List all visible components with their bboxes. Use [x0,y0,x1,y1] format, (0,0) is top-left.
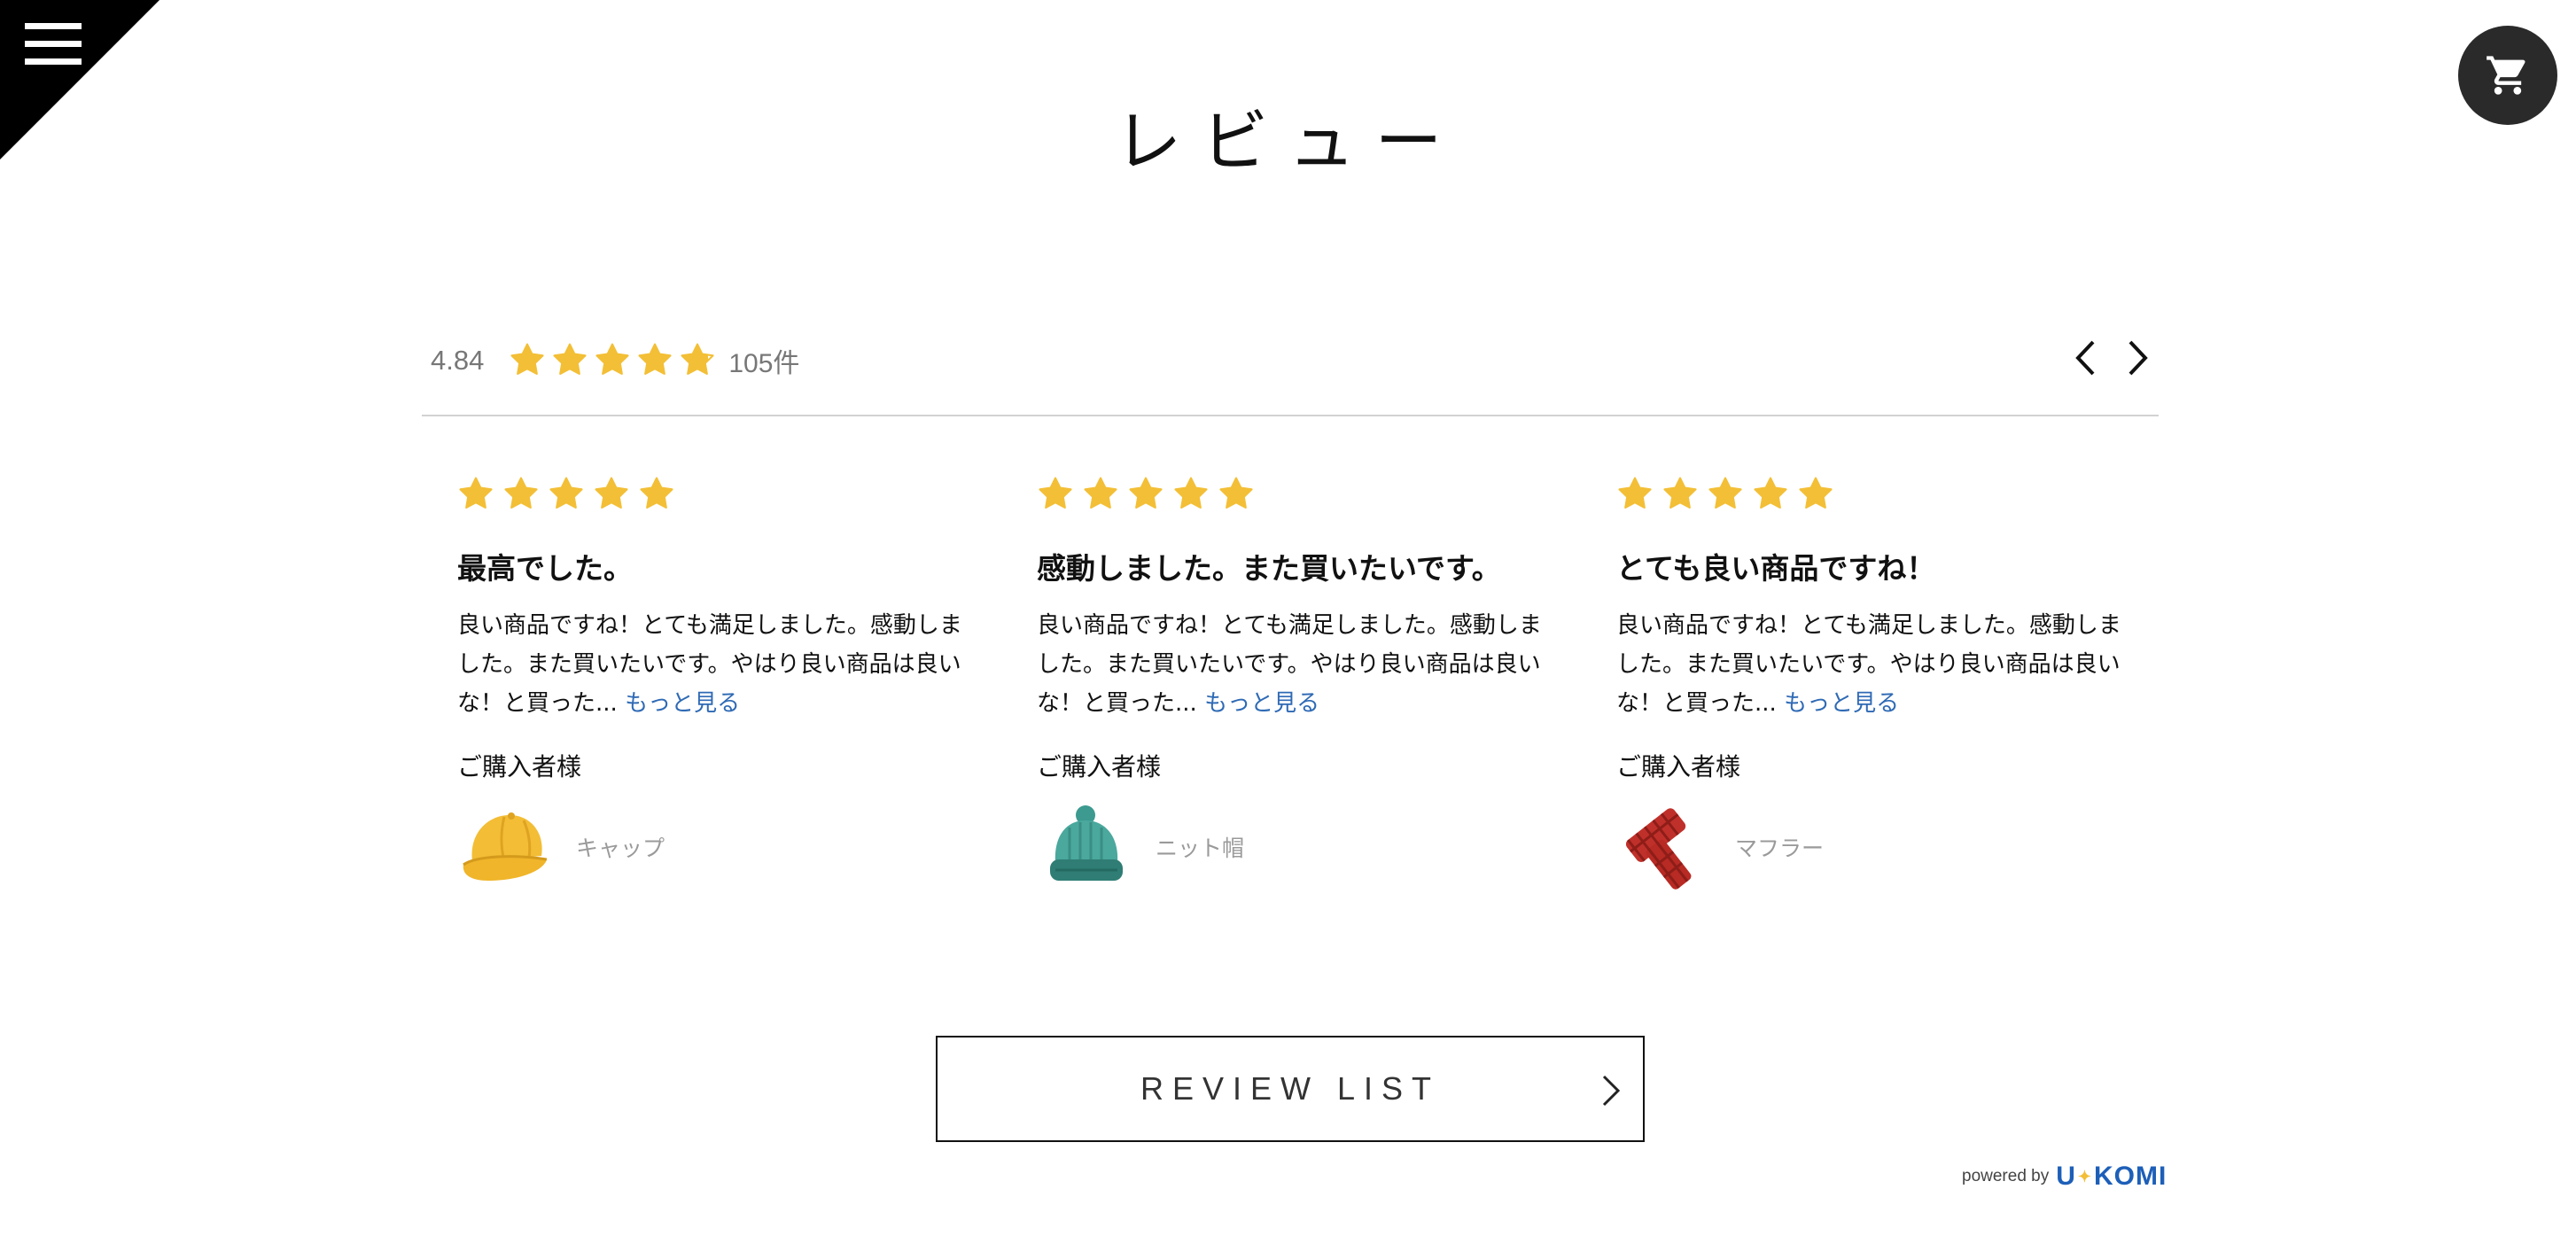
review-body: 良い商品ですね！とても満足しました。感動しました。また買いたいです。やはり良い商… [457,606,971,723]
product-info: キャップ [457,803,971,891]
product-name: キャップ [576,835,665,861]
star-filled-icon [638,343,672,375]
review-title: とても良い商品ですね！ [1616,551,1936,586]
review-carousel: 最高でした。 良い商品ですね！とても満足しました。感動しました。また買いたいです… [457,475,2141,900]
star-filled-icon [1039,477,1072,509]
divider [422,415,2159,416]
star-filled-icon [1799,477,1833,509]
review-rating-stars [457,475,971,514]
review-body: 良い商品ですね！とても満足しました。感動しました。また買いたいです。やはり良い商… [1037,606,1551,723]
powered-by-label: powered by [1962,1167,2050,1185]
review-card[interactable]: とても良い商品ですね！ 良い商品ですね！とても満足しました。感動しました。また買… [1616,475,2130,891]
reviewer-label: ご購入者様 [1037,752,1162,781]
rating-summary: 4.84 105件 [431,338,799,383]
review-title: 最高でした。 [457,551,633,586]
hamburger-menu-icon[interactable] [25,23,82,66]
chevron-right-icon [1602,1075,1621,1107]
review-list-label: REVIEW LIST [1140,1070,1441,1107]
star-filled-icon [553,343,587,375]
carousel-nav [2068,338,2155,377]
ukomi-logo[interactable]: U ✦ KOMI [2056,1162,2167,1192]
teal-knit-hat-icon [1037,803,1134,891]
star-filled-icon [1618,477,1652,509]
review-list-button[interactable]: REVIEW LIST [936,1036,1645,1142]
chevron-left-icon [2075,340,2095,376]
star-filled-icon [510,343,544,375]
red-scarf-icon [1616,803,1714,891]
review-count: 105件 [728,349,800,378]
chevron-right-icon [2129,340,2148,376]
star-filled-icon [1084,477,1117,509]
product-name: マフラー [1735,835,1825,861]
product-name: ニット帽 [1156,835,1245,861]
reviewer-label: ご購入者様 [457,752,582,781]
read-more-link[interactable]: もっと見る [625,690,740,717]
review-card[interactable]: 最高でした。 良い商品ですね！とても満足しました。感動しました。また買いたいです… [457,475,971,891]
product-info: マフラー [1616,803,2130,891]
next-button[interactable] [2121,338,2155,377]
page-title: レビュー [1114,102,1462,181]
star-filled-icon [504,477,538,509]
star-icon: ✦ [2077,1167,2092,1185]
review-card[interactable]: 感動しました。また買いたいです。 良い商品ですね！とても満足しました。感動しまし… [1037,475,1551,891]
read-more-link[interactable]: もっと見る [1784,690,1899,717]
star-filled-icon [1663,477,1697,509]
read-more-link[interactable]: もっと見る [1204,690,1319,717]
review-rating-stars [1616,475,2130,514]
review-body: 良い商品ですね！とても満足しました。感動しました。また買いたいです。やはり良い商… [1616,606,2130,723]
star-filled-icon [1754,477,1787,509]
star-filled-icon [595,477,628,509]
reviewer-label: ご購入者様 [1616,752,1741,781]
review-title: 感動しました。また買いたいです。 [1037,551,1501,586]
star-filled-icon [1129,477,1163,509]
star-filled-icon [459,477,493,509]
powered-by: powered by U ✦ KOMI [1962,1161,2167,1193]
product-info: ニット帽 [1037,803,1551,891]
star-filled-icon [1219,477,1253,509]
star-filled-icon [1708,477,1742,509]
yellow-cap-icon [457,803,555,891]
average-score: 4.84 [431,345,485,376]
star-half-icon [681,343,714,375]
previous-button[interactable] [2068,338,2102,377]
star-filled-icon [1174,477,1208,509]
star-filled-icon [549,477,583,509]
review-rating-stars [1037,475,1551,514]
star-filled-icon [640,477,673,509]
star-filled-icon [595,343,629,375]
average-rating-stars [509,342,716,379]
